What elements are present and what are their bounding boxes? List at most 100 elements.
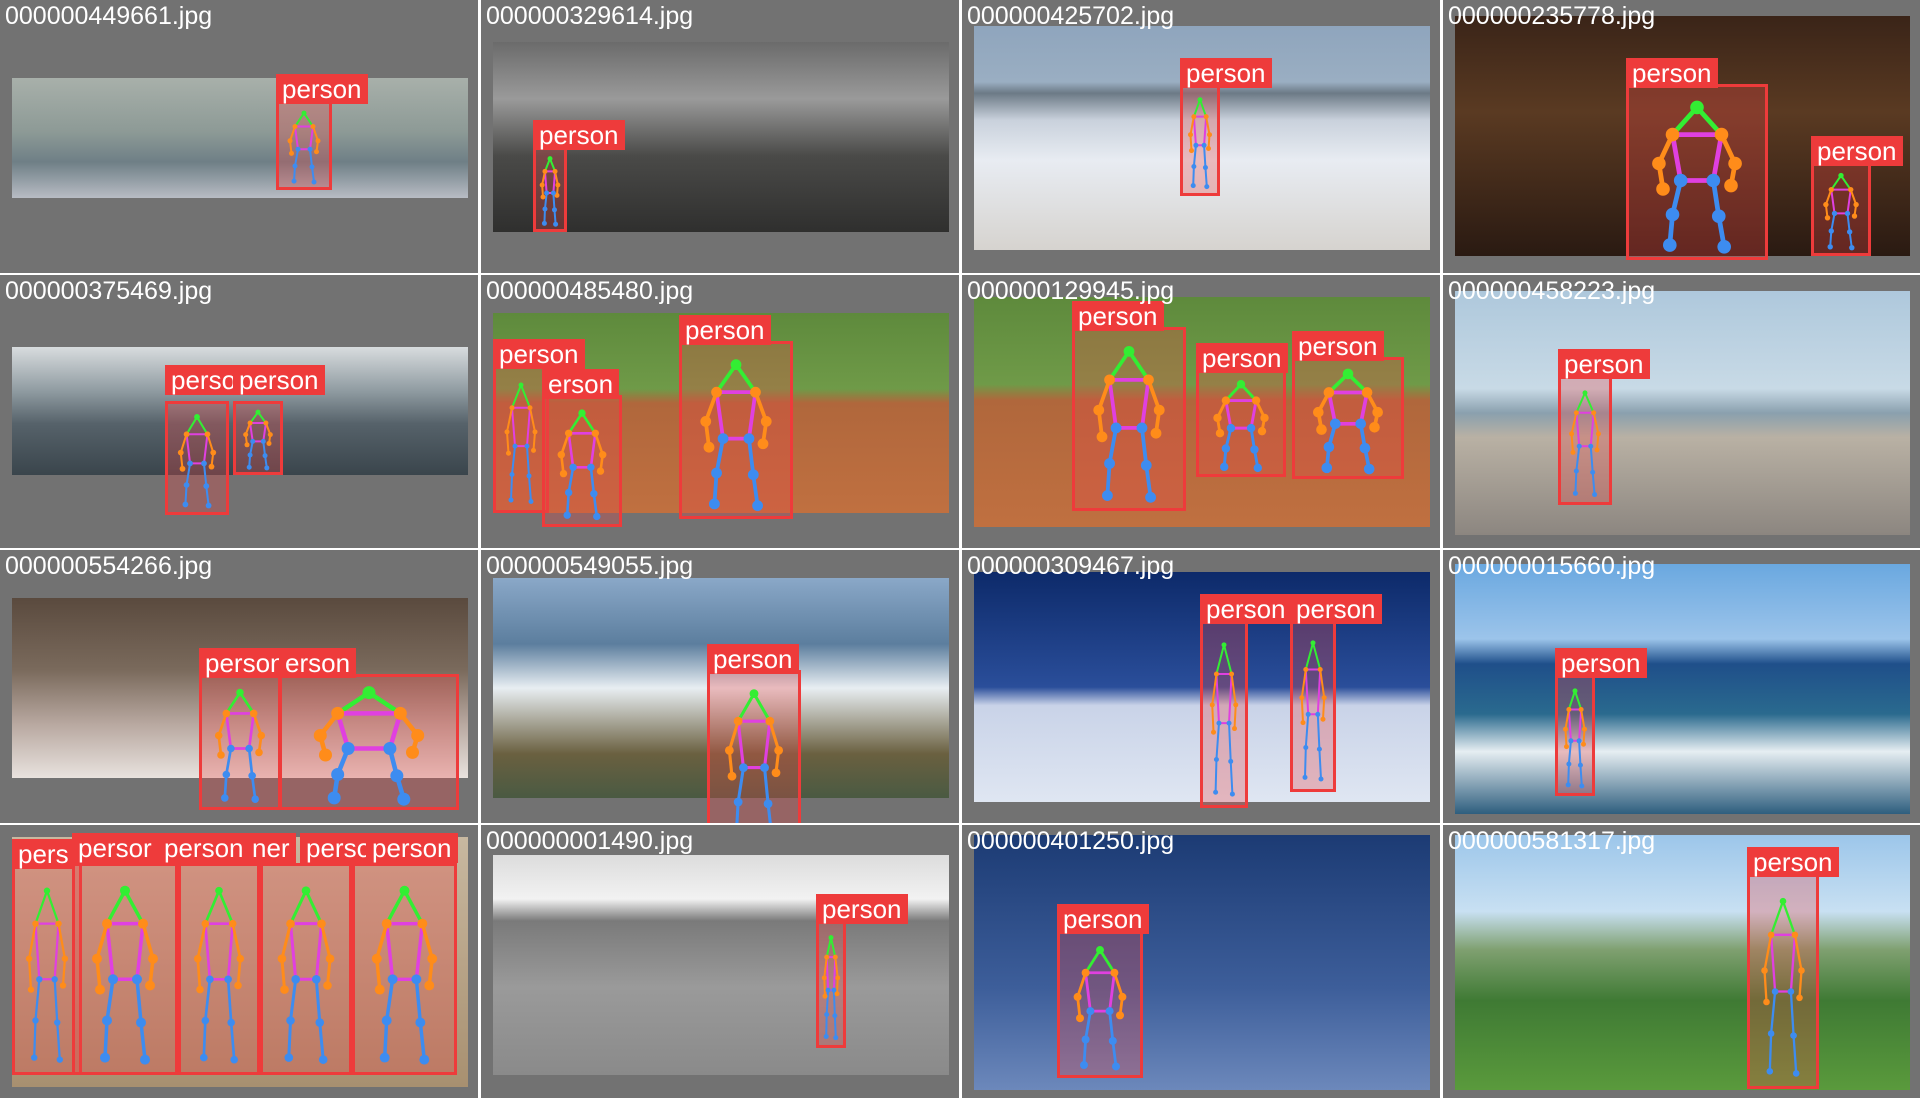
skeleton-limb	[830, 936, 837, 959]
keypoint	[1110, 422, 1122, 434]
detection-box	[816, 920, 846, 1048]
detection-label: person	[276, 74, 368, 104]
keypoint	[1828, 228, 1834, 234]
keypoint	[1145, 491, 1156, 503]
pose-skeleton	[1213, 380, 1269, 473]
skeleton-limb	[195, 415, 209, 436]
keypoint	[1215, 429, 1225, 438]
keypoint	[284, 1053, 294, 1062]
skeleton-limb	[294, 148, 299, 167]
skeleton-limb	[289, 889, 308, 926]
skeleton-limb	[552, 192, 556, 211]
skeleton-limb	[1230, 672, 1237, 706]
keypoint	[250, 438, 256, 444]
skeleton-limb	[1763, 933, 1773, 972]
skeleton-limb	[763, 766, 770, 806]
keypoint	[763, 799, 773, 809]
detection-box	[178, 863, 260, 1075]
filename-label: 000000329614.jpg	[486, 2, 694, 30]
keypoint	[587, 463, 595, 471]
keypoint	[1767, 1030, 1775, 1037]
keypoint	[1594, 447, 1600, 453]
pose-skeleton	[1073, 946, 1127, 1071]
filename-label: 000000554266.jpg	[5, 552, 213, 580]
detection-box	[1057, 930, 1143, 1078]
keypoint	[591, 429, 600, 437]
skeleton-limb	[833, 1014, 837, 1039]
skeleton-limb	[1574, 470, 1578, 495]
skeleton-limb	[1215, 672, 1220, 725]
keypoint	[1771, 988, 1779, 995]
skeleton-limb	[1204, 166, 1208, 188]
skeleton-limb	[1567, 739, 1572, 765]
skeleton-limb	[1229, 760, 1234, 796]
skeleton-limb	[1830, 188, 1836, 215]
skeleton-limb	[1140, 377, 1151, 430]
keypoint	[1213, 757, 1219, 762]
pose-skeleton	[557, 409, 607, 521]
skeleton-limb	[747, 390, 758, 441]
keypoint	[1153, 404, 1165, 416]
keypoint	[593, 512, 601, 521]
pose-skeleton	[277, 886, 335, 1064]
keypoint	[1220, 462, 1229, 472]
skeleton-limb	[185, 415, 199, 436]
keypoint	[1766, 1068, 1774, 1075]
skeleton-limb	[526, 445, 530, 477]
pose-skeleton	[371, 885, 438, 1065]
keypoint	[743, 433, 755, 444]
skeleton-limb	[1793, 933, 1803, 972]
detection-label: person	[1072, 301, 1164, 331]
keypoint	[36, 976, 43, 983]
keypoint	[1187, 132, 1193, 138]
detection-label: person	[1558, 349, 1650, 379]
keypoint	[1706, 173, 1721, 188]
skeleton-limb	[1575, 445, 1581, 472]
detection-box	[260, 863, 352, 1075]
keypoint	[179, 465, 186, 472]
keypoint	[371, 953, 382, 964]
skeleton-limb	[57, 922, 67, 960]
keypoint	[1197, 97, 1203, 103]
image-tile: 000000485480.jpg person erson person	[481, 275, 959, 548]
skeleton-limb	[1578, 708, 1583, 742]
detection-label: ner	[246, 833, 296, 863]
pose-skeleton	[1299, 640, 1327, 782]
keypoint	[201, 1016, 210, 1025]
keypoint	[1221, 444, 1231, 453]
detection-label: person	[816, 894, 908, 924]
skeleton-limb	[1670, 132, 1684, 183]
skeleton-limb	[135, 921, 145, 982]
skeleton-limb	[567, 466, 575, 494]
skeleton-limb	[1564, 708, 1570, 731]
skeleton-limb	[1211, 672, 1218, 706]
pose-skeleton	[25, 887, 69, 1063]
keypoint	[1372, 406, 1383, 418]
keypoint	[1191, 164, 1197, 169]
keypoint	[552, 168, 558, 174]
skeleton-limb	[823, 956, 828, 979]
keypoint	[222, 709, 231, 718]
skeleton-limb	[105, 977, 115, 1023]
keypoint	[379, 1052, 390, 1063]
skeleton-limb	[834, 956, 839, 979]
keypoint	[1355, 418, 1367, 430]
keypoint	[1588, 443, 1594, 449]
keypoint	[1136, 422, 1148, 434]
keypoint	[1303, 745, 1309, 750]
skeleton-limb	[205, 485, 210, 507]
keypoint	[1302, 774, 1308, 780]
keypoint	[217, 751, 225, 759]
keypoint	[140, 1054, 150, 1065]
keypoint	[292, 163, 298, 169]
keypoint	[590, 490, 598, 498]
pose-skeleton	[1562, 688, 1588, 789]
detection-label: person	[1626, 58, 1718, 88]
skeleton-limb	[33, 1019, 37, 1059]
keypoint	[183, 482, 190, 488]
skeleton-limb	[231, 922, 242, 961]
keypoint	[295, 146, 301, 152]
keypoint	[1076, 1014, 1084, 1023]
skeleton-limb	[287, 1018, 293, 1060]
keypoint	[245, 744, 253, 753]
